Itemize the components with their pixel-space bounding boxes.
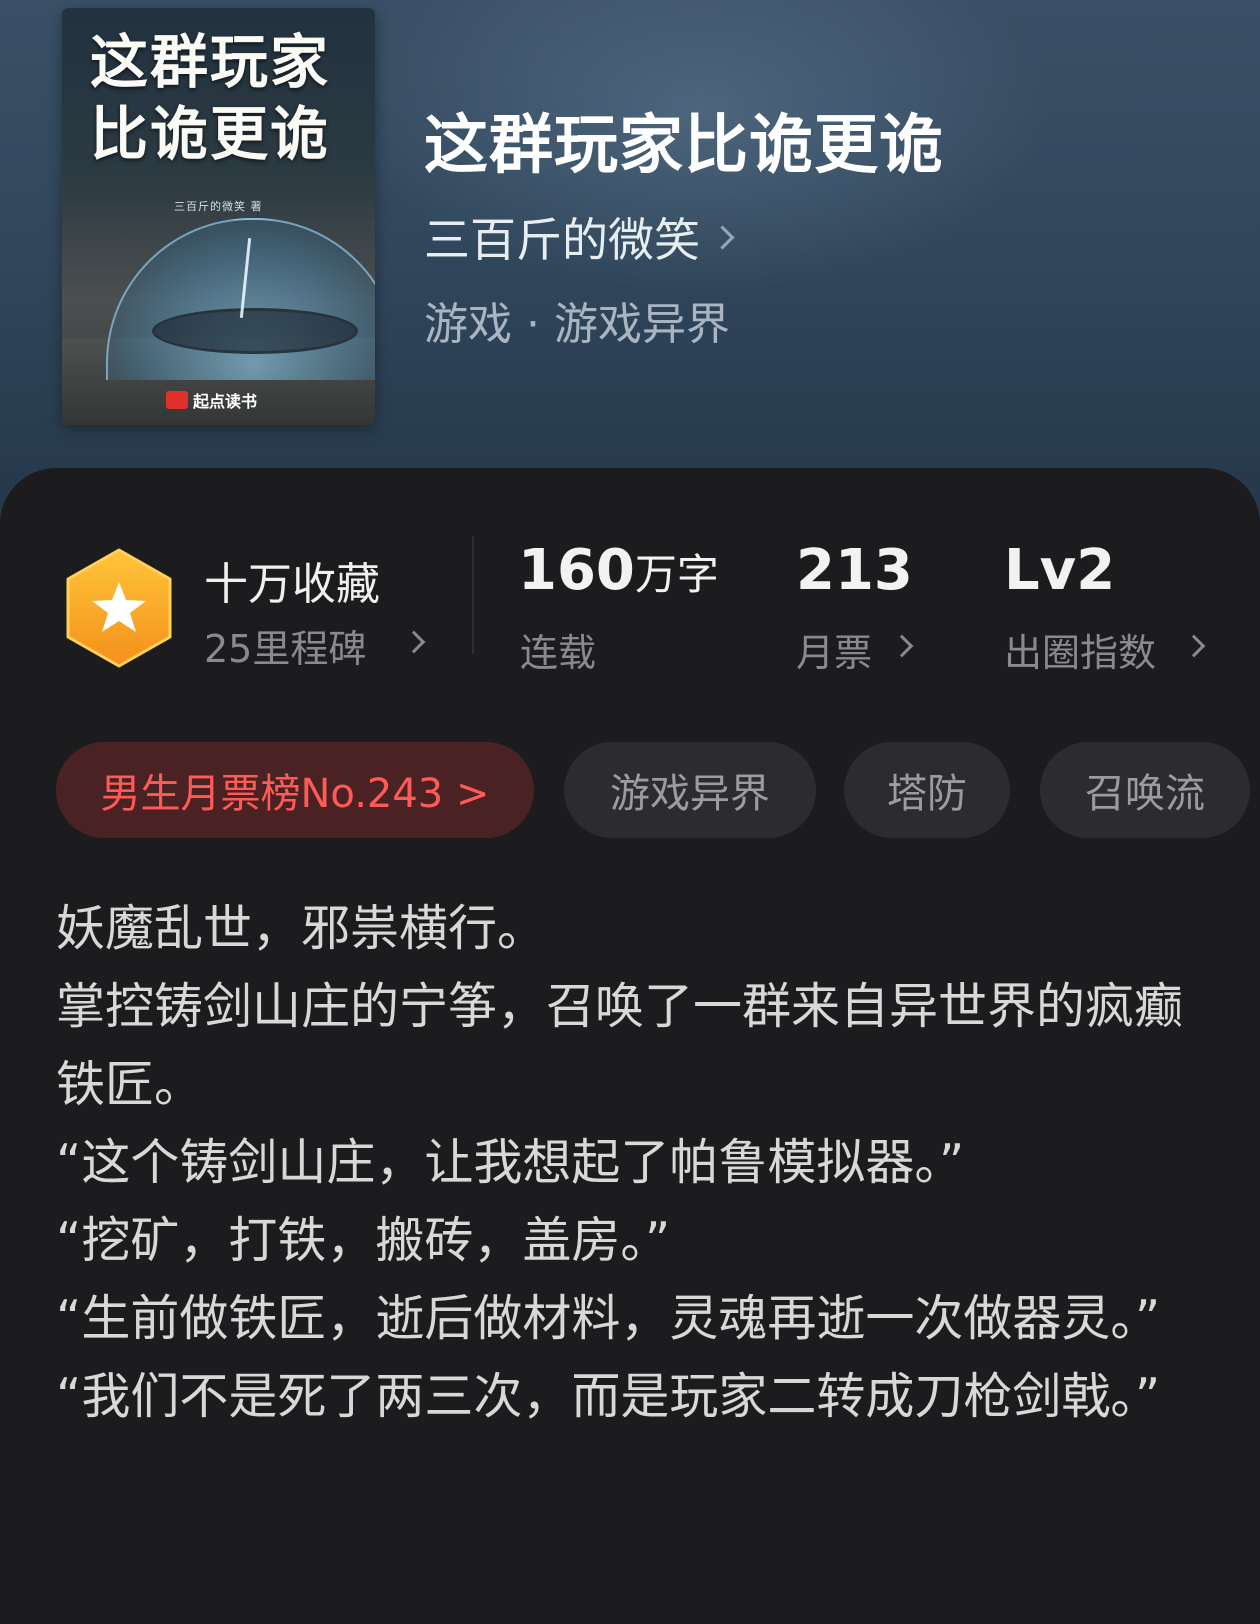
synopsis-line: “我们不是死了两三次，而是玩家二转成刀枪剑戟。” [56,1368,1161,1425]
stat-words-sub: 连载 [520,631,597,675]
stat-votes-sub: 月票 [796,631,873,675]
stat-divider [472,536,474,654]
stat-words-number: 160 [518,538,635,603]
stat-breakout-number: Lv2 [1004,538,1116,603]
cover-dome [106,218,375,380]
book-title: 这群玩家比诡更诡 [424,108,944,183]
milestone-badge-icon [66,548,172,668]
publisher-logo-icon [166,391,188,409]
stat-collection-label: 十万收藏 [204,559,380,610]
book-genre: 游戏 · 游戏异界 [424,299,730,350]
publisher-name: 起点读书 [193,392,258,411]
stat-breakout-sub: 出圈指数 [1004,631,1157,675]
author-link[interactable]: 三百斤的微笑 [424,204,735,270]
synopsis[interactable]: 妖魔乱世，邪祟横行。 掌控铸剑山庄的宁筝，召唤了一群来自异世界的疯癫铁匠。 “这… [56,890,1186,1436]
cover-publisher: 起点读书 [166,388,257,412]
synopsis-line: 掌控铸剑山庄的宁筝，召唤了一群来自异世界的疯癫铁匠。 [56,978,1184,1113]
tag-summon[interactable]: 召唤流 [1040,742,1250,838]
chevron-right-icon [710,224,735,250]
stat-votes-number: 213 [796,538,913,603]
author-name: 三百斤的微笑 [424,213,700,267]
cover-ring [152,308,358,354]
cover-author: 三百斤的微笑 著 [174,200,263,213]
synopsis-line: “挖矿，打铁，搬砖，盖房。” [56,1212,671,1269]
cover-title: 这群玩家 比诡更诡 [90,26,360,170]
stat-words-unit: 万字 [634,550,719,599]
synopsis-line: “生前做铁匠，逝后做材料，灵魂再逝一次做器灵。” [56,1290,1161,1347]
stat-words-value: 160万字 [518,538,719,603]
synopsis-line: 妖魔乱世，邪祟横行。 [56,900,547,957]
book-cover[interactable]: 这群玩家 比诡更诡 三百斤的微笑 著 起点读书 [62,8,375,425]
rank-tag[interactable]: 男生月票榜No.243 > [56,742,534,838]
stat-collection-sub: 25里程碑 [204,627,367,671]
synopsis-line: “这个铸剑山庄，让我想起了帕鲁模拟器。” [56,1134,965,1191]
tag-tower-defense[interactable]: 塔防 [844,742,1010,838]
tag-genre[interactable]: 游戏异界 [564,742,816,838]
cover-title-line2: 比诡更诡 [90,100,331,168]
cover-title-line1: 这群玩家 [90,28,331,96]
